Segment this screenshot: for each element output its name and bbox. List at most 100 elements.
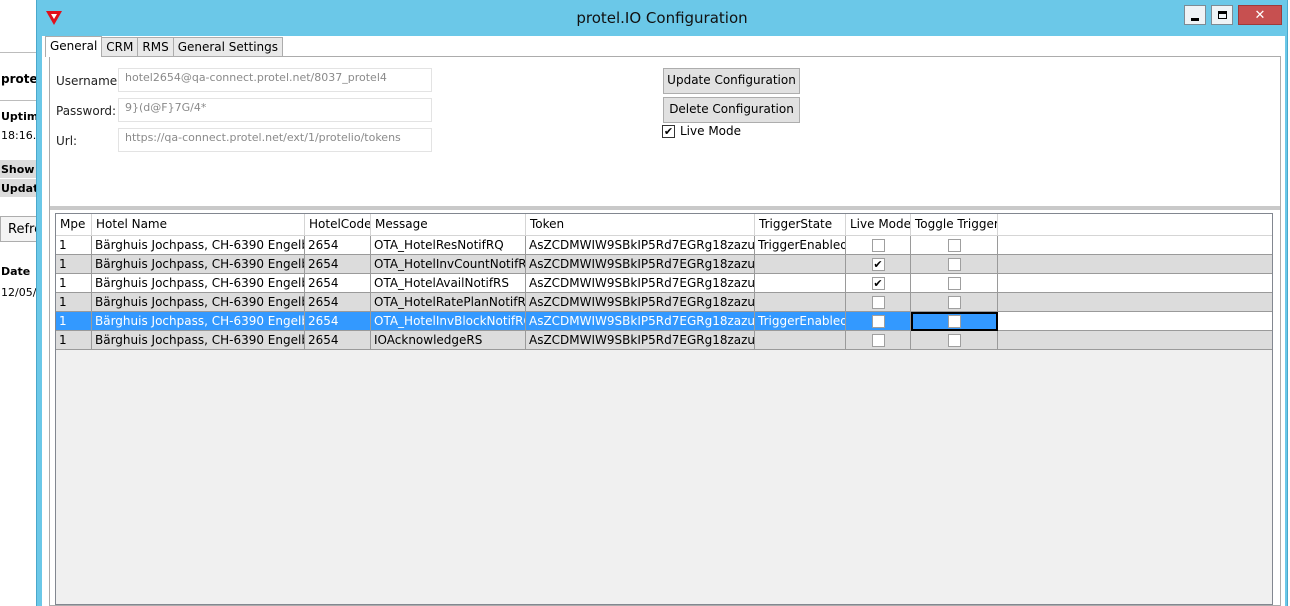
cell-message[interactable]: OTA_HotelResNotifRQ xyxy=(371,236,526,255)
table-row[interactable]: 1 Bärghuis Jochpass, CH-6390 Engelberg 2… xyxy=(56,236,1272,255)
cell-mpe[interactable]: 1 xyxy=(56,293,92,312)
maximize-button[interactable] xyxy=(1211,5,1233,25)
cell-live-mode xyxy=(846,236,911,255)
cell-toggle-trigger xyxy=(911,331,998,350)
update-configuration-button[interactable]: Update Configuration xyxy=(663,68,800,94)
background-app: protel Uptime 18:16.4 Show I Updat Refre… xyxy=(0,0,40,606)
panel-splitter[interactable] xyxy=(50,206,1280,210)
close-icon: ✕ xyxy=(1254,7,1266,23)
bg-show-label: Show I xyxy=(1,163,40,176)
toggle-trigger-checkbox[interactable] xyxy=(947,276,961,290)
cell-trigger-state[interactable]: TriggerEnabled xyxy=(755,236,846,255)
bg-app-title: protel xyxy=(1,72,40,86)
live-mode-checkbox[interactable] xyxy=(871,238,885,252)
cell-toggle-trigger xyxy=(911,274,998,293)
cell-message[interactable]: IOAcknowledgeRS xyxy=(371,331,526,350)
cell-hotel-code[interactable]: 2654 xyxy=(305,312,371,331)
cell-hotel-code[interactable]: 2654 xyxy=(305,293,371,312)
cell-token[interactable]: AsZCDMWIW9SBkIP5Rd7EGRg18zazuUe9 xyxy=(526,331,755,350)
cell-message[interactable]: OTA_HotelInvCountNotifRQ xyxy=(371,255,526,274)
username-field[interactable]: hotel2654@qa-connect.protel.net/8037_pro… xyxy=(118,68,432,92)
cell-trigger-state[interactable] xyxy=(755,255,846,274)
column-header-hotel-code[interactable]: HotelCode xyxy=(305,214,371,236)
cell-trigger-state[interactable] xyxy=(755,293,846,312)
column-header-toggle-trigger[interactable]: Toggle Trigger xyxy=(911,214,998,236)
cell-toggle-trigger xyxy=(911,255,998,274)
column-header-trigger-state[interactable]: TriggerState xyxy=(755,214,846,236)
cell-token[interactable]: AsZCDMWIW9SBkIP5Rd7EGRg18zazuUe9 xyxy=(526,236,755,255)
cell-hotel-name[interactable]: Bärghuis Jochpass, CH-6390 Engelberg xyxy=(92,236,305,255)
cell-live-mode xyxy=(846,293,911,312)
live-mode-toggle[interactable]: ✔ Live Mode xyxy=(662,124,741,138)
tab-general[interactable]: General xyxy=(45,36,103,57)
cell-message[interactable]: OTA_HotelRatePlanNotifRS xyxy=(371,293,526,312)
table-row[interactable]: 1 Bärghuis Jochpass, CH-6390 Engelberg 2… xyxy=(56,293,1272,312)
cell-hotel-name[interactable]: Bärghuis Jochpass, CH-6390 Engelberg xyxy=(92,312,305,331)
live-mode-checkbox[interactable]: ✔ xyxy=(871,276,885,290)
cell-mpe[interactable]: 1 xyxy=(56,236,92,255)
table-row[interactable]: 1 Bärghuis Jochpass, CH-6390 Engelberg 2… xyxy=(56,331,1272,350)
cell-mpe[interactable]: 1 xyxy=(56,312,92,331)
tab-crm[interactable]: CRM xyxy=(101,37,139,56)
column-header-mpe[interactable]: Mpe xyxy=(56,214,92,236)
table-row[interactable]: 1 Bärghuis Jochpass, CH-6390 Engelberg 2… xyxy=(56,274,1272,293)
divider xyxy=(0,52,40,53)
cell-token[interactable]: AsZCDMWIW9SBkIP5Rd7EGRg18zazuUe9 xyxy=(526,293,755,312)
toggle-trigger-checkbox[interactable] xyxy=(947,314,961,328)
cell-hotel-code[interactable]: 2654 xyxy=(305,331,371,350)
cell-hotel-code[interactable]: 2654 xyxy=(305,236,371,255)
cell-live-mode xyxy=(846,331,911,350)
window-client: General CRM RMS General Settings Usernam… xyxy=(42,36,1285,606)
table-row[interactable]: 1 Bärghuis Jochpass, CH-6390 Engelberg 2… xyxy=(56,255,1272,274)
cell-mpe[interactable]: 1 xyxy=(56,331,92,350)
delete-configuration-button[interactable]: Delete Configuration xyxy=(663,97,800,123)
cell-trigger-state[interactable] xyxy=(755,331,846,350)
column-header-live-mode[interactable]: Live Mode xyxy=(846,214,911,236)
table-row-selected[interactable]: 1 Bärghuis Jochpass, CH-6390 Engelberg 2… xyxy=(56,312,1272,331)
cell-token[interactable]: AsZCDMWIW9SBkIP5Rd7EGRg18zazuUe9 xyxy=(526,274,755,293)
live-mode-checkbox[interactable] xyxy=(871,333,885,347)
minimize-button[interactable] xyxy=(1184,5,1206,25)
live-mode-checkbox[interactable]: ✔ xyxy=(662,124,675,138)
live-mode-checkbox[interactable] xyxy=(871,314,885,328)
toggle-trigger-checkbox[interactable] xyxy=(947,333,961,347)
cell-filler xyxy=(998,312,1272,331)
cell-mpe[interactable]: 1 xyxy=(56,255,92,274)
toggle-trigger-checkbox[interactable] xyxy=(947,238,961,252)
configuration-grid[interactable]: Mpe Hotel Name HotelCode Message Token T… xyxy=(55,213,1273,605)
cell-filler xyxy=(998,255,1272,274)
cell-trigger-state[interactable]: TriggerEnabled xyxy=(755,312,846,331)
cell-message[interactable]: OTA_HotelInvBlockNotifRQ xyxy=(371,312,526,331)
cell-live-mode xyxy=(846,312,911,331)
live-mode-checkbox[interactable] xyxy=(871,295,885,309)
cell-message[interactable]: OTA_HotelAvailNotifRS xyxy=(371,274,526,293)
cell-hotel-code[interactable]: 2654 xyxy=(305,274,371,293)
grid-body: 1 Bärghuis Jochpass, CH-6390 Engelberg 2… xyxy=(56,236,1272,350)
tab-general-settings[interactable]: General Settings xyxy=(172,37,284,56)
cell-hotel-name[interactable]: Bärghuis Jochpass, CH-6390 Engelberg xyxy=(92,331,305,350)
maximize-icon xyxy=(1217,11,1227,19)
bg-refresh-button[interactable]: Refre xyxy=(0,216,40,242)
cell-hotel-name[interactable]: Bärghuis Jochpass, CH-6390 Engelberg xyxy=(92,255,305,274)
toggle-trigger-checkbox[interactable] xyxy=(947,257,961,271)
cell-hotel-code[interactable]: 2654 xyxy=(305,255,371,274)
minimize-icon xyxy=(1191,17,1199,21)
url-field[interactable]: https://qa-connect.protel.net/ext/1/prot… xyxy=(118,128,432,152)
close-button[interactable]: ✕ xyxy=(1238,5,1282,25)
cell-trigger-state[interactable] xyxy=(755,274,846,293)
column-header-message[interactable]: Message xyxy=(371,214,526,236)
tab-rms[interactable]: RMS xyxy=(137,37,174,56)
cell-token[interactable]: AsZCDMWIW9SBkIP5Rd7EGRg18zazuUe9 xyxy=(526,312,755,331)
column-header-hotel-name[interactable]: Hotel Name xyxy=(92,214,305,236)
toggle-trigger-checkbox[interactable] xyxy=(947,295,961,309)
cell-hotel-name[interactable]: Bärghuis Jochpass, CH-6390 Engelberg xyxy=(92,274,305,293)
cell-filler xyxy=(998,331,1272,350)
column-header-token[interactable]: Token xyxy=(526,214,755,236)
cell-live-mode: ✔ xyxy=(846,255,911,274)
cell-mpe[interactable]: 1 xyxy=(56,274,92,293)
password-field[interactable]: 9}(d@F}7G/4* xyxy=(118,98,432,122)
cell-hotel-name[interactable]: Bärghuis Jochpass, CH-6390 Engelberg xyxy=(92,293,305,312)
title-bar[interactable]: protel.IO Configuration ✕ xyxy=(37,0,1287,36)
cell-token[interactable]: AsZCDMWIW9SBkIP5Rd7EGRg18zazuUe9 xyxy=(526,255,755,274)
live-mode-checkbox[interactable]: ✔ xyxy=(871,257,885,271)
